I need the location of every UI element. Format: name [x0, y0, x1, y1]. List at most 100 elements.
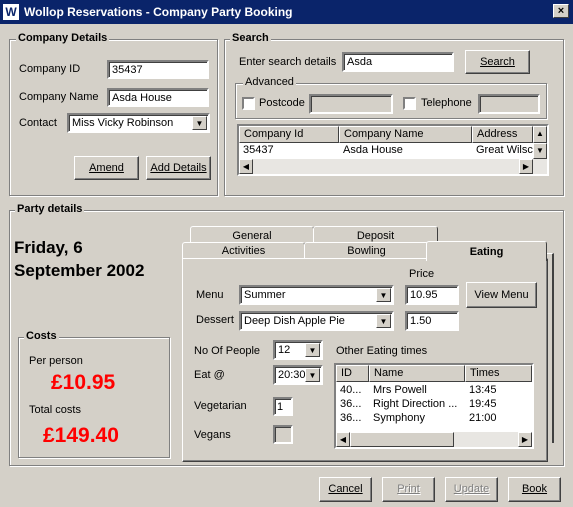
costs-legend: Costs — [24, 330, 59, 342]
table-row[interactable]: 36... Right Direction ... 19:45 — [336, 397, 532, 411]
times-row-time: 13:45 — [469, 384, 497, 396]
per-person-label: Per person — [29, 355, 83, 367]
party-date: Friday, 6 September 2002 — [14, 236, 144, 282]
people-select[interactable]: 12 ▼ — [273, 340, 323, 360]
scroll-left-icon[interactable]: ◀ — [239, 159, 253, 174]
dessert-label: Dessert — [196, 314, 234, 326]
postcode-checkbox[interactable] — [242, 97, 255, 110]
times-header-name[interactable]: Name — [369, 365, 465, 382]
result-company-id: 35437 — [243, 144, 274, 156]
vegetarian-field[interactable]: 1 — [273, 397, 293, 416]
party-details-legend: Party details — [15, 203, 85, 215]
add-details-button[interactable]: Add Details — [146, 156, 211, 180]
telephone-label: Telephone — [421, 97, 472, 109]
menu-price-field[interactable]: 10.95 — [405, 285, 459, 305]
print-button[interactable]: Print — [382, 477, 435, 502]
times-row-id: 40... — [340, 384, 362, 396]
times-row-id: 36... — [340, 412, 362, 424]
company-name-label: Company Name — [19, 91, 99, 103]
chevron-down-icon[interactable]: ▼ — [376, 288, 391, 302]
dessert-select[interactable]: Deep Dish Apple Pie ▼ — [239, 311, 394, 331]
dessert-value: Deep Dish Apple Pie — [244, 315, 345, 327]
party-date-line2: September 2002 — [14, 261, 145, 280]
company-id-field[interactable]: 35437 — [107, 60, 209, 79]
update-button[interactable]: Update — [445, 477, 498, 502]
book-button[interactable]: Book — [508, 477, 561, 502]
table-row[interactable]: 36... Symphony 21:00 — [336, 411, 532, 425]
eat-time-select[interactable]: 20:30 ▼ — [273, 365, 323, 385]
close-icon[interactable]: × — [553, 4, 569, 18]
vegans-field[interactable] — [273, 425, 293, 444]
times-row-name: Mrs Powell — [373, 384, 427, 396]
scroll-left-icon[interactable]: ◀ — [336, 432, 350, 447]
menu-value: Summer — [244, 289, 286, 301]
results-header-company-name[interactable]: Company Name — [339, 126, 472, 143]
amend-button[interactable]: Amend — [74, 156, 139, 180]
window-title: Wollop Reservations - Company Party Book… — [24, 5, 293, 19]
times-row-time: 19:45 — [469, 398, 497, 410]
search-prompt-label: Enter search details — [239, 56, 337, 68]
menu-label: Menu — [196, 289, 224, 301]
postcode-field[interactable] — [309, 94, 393, 114]
telephone-checkbox[interactable] — [403, 97, 416, 110]
people-value: 12 — [278, 344, 291, 356]
company-details-legend: Company Details — [16, 32, 110, 44]
cancel-button-label: Cancel — [328, 483, 363, 495]
people-label: No Of People — [194, 345, 261, 357]
search-button[interactable]: Search — [465, 50, 530, 74]
app-icon: W — [3, 4, 19, 20]
times-row-name: Right Direction ... — [373, 398, 458, 410]
search-results-grid: Company Id Company Name Address ▲ 35437 … — [237, 124, 549, 176]
telephone-field[interactable] — [478, 94, 540, 114]
table-row[interactable]: 35437 Asda House Great Wilsc — [239, 143, 533, 159]
add-details-button-label: Add Details — [150, 162, 207, 174]
times-row-time: 21:00 — [469, 412, 497, 424]
horizontal-scrollbar[interactable]: ◀ ▶ — [336, 432, 532, 447]
search-legend: Search — [230, 32, 271, 44]
chevron-down-icon[interactable]: ▼ — [305, 368, 320, 382]
chevron-down-icon[interactable]: ▼ — [376, 314, 391, 328]
results-header-address[interactable]: Address — [472, 126, 533, 143]
times-header-id[interactable]: ID — [336, 365, 369, 382]
search-input[interactable]: Asda — [342, 52, 454, 72]
total-costs-value: £149.40 — [43, 424, 119, 447]
chevron-down-icon[interactable]: ▼ — [305, 343, 320, 357]
results-header-company-id[interactable]: Company Id — [239, 126, 339, 143]
times-header-times[interactable]: Times — [465, 365, 532, 382]
scroll-right-icon[interactable]: ▶ — [519, 159, 533, 174]
chevron-down-icon[interactable]: ▼ — [192, 116, 207, 130]
postcode-label: Postcode — [259, 97, 305, 109]
contact-label: Contact — [19, 117, 57, 129]
scroll-up-icon[interactable]: ▲ — [533, 126, 547, 143]
party-date-line1: Friday, 6 — [14, 238, 83, 257]
vegans-label: Vegans — [194, 429, 231, 441]
other-eating-times-grid: ID Name Times 40... Mrs Powell 13:45 36.… — [334, 363, 534, 449]
price-label: Price — [409, 268, 435, 280]
advanced-legend: Advanced — [243, 76, 296, 88]
title-bar: W Wollop Reservations - Company Party Bo… — [0, 0, 573, 24]
print-button-label: Print — [397, 483, 420, 495]
scroll-thumb[interactable] — [350, 432, 454, 447]
cancel-button[interactable]: Cancel — [319, 477, 372, 502]
company-id-label: Company ID — [19, 63, 81, 75]
eat-time-value: 20:30 — [278, 369, 306, 381]
scroll-down-icon[interactable]: ▼ — [533, 143, 547, 159]
times-row-name: Symphony — [373, 412, 425, 424]
contact-select[interactable]: Miss Vicky Robinson ▼ — [67, 113, 210, 133]
table-row[interactable]: 40... Mrs Powell 13:45 — [336, 383, 532, 397]
vegetarian-label: Vegetarian — [194, 400, 247, 412]
other-eating-times-label: Other Eating times — [336, 345, 428, 357]
times-row-id: 36... — [340, 398, 362, 410]
search-button-label: Search — [480, 56, 515, 68]
company-name-field[interactable]: Asda House — [107, 88, 209, 107]
update-button-label: Update — [453, 483, 490, 495]
view-menu-button[interactable]: View Menu — [466, 282, 537, 308]
horizontal-scrollbar[interactable]: ◀ ▶ — [239, 159, 547, 174]
tab-eating[interactable]: Eating — [426, 241, 547, 261]
menu-select[interactable]: Summer ▼ — [239, 285, 394, 305]
result-address: Great Wilsc — [476, 144, 533, 156]
dessert-price-field[interactable]: 1.50 — [405, 311, 459, 331]
result-company-name: Asda House — [343, 144, 403, 156]
per-person-value: £10.95 — [51, 371, 116, 394]
scroll-right-icon[interactable]: ▶ — [518, 432, 532, 447]
